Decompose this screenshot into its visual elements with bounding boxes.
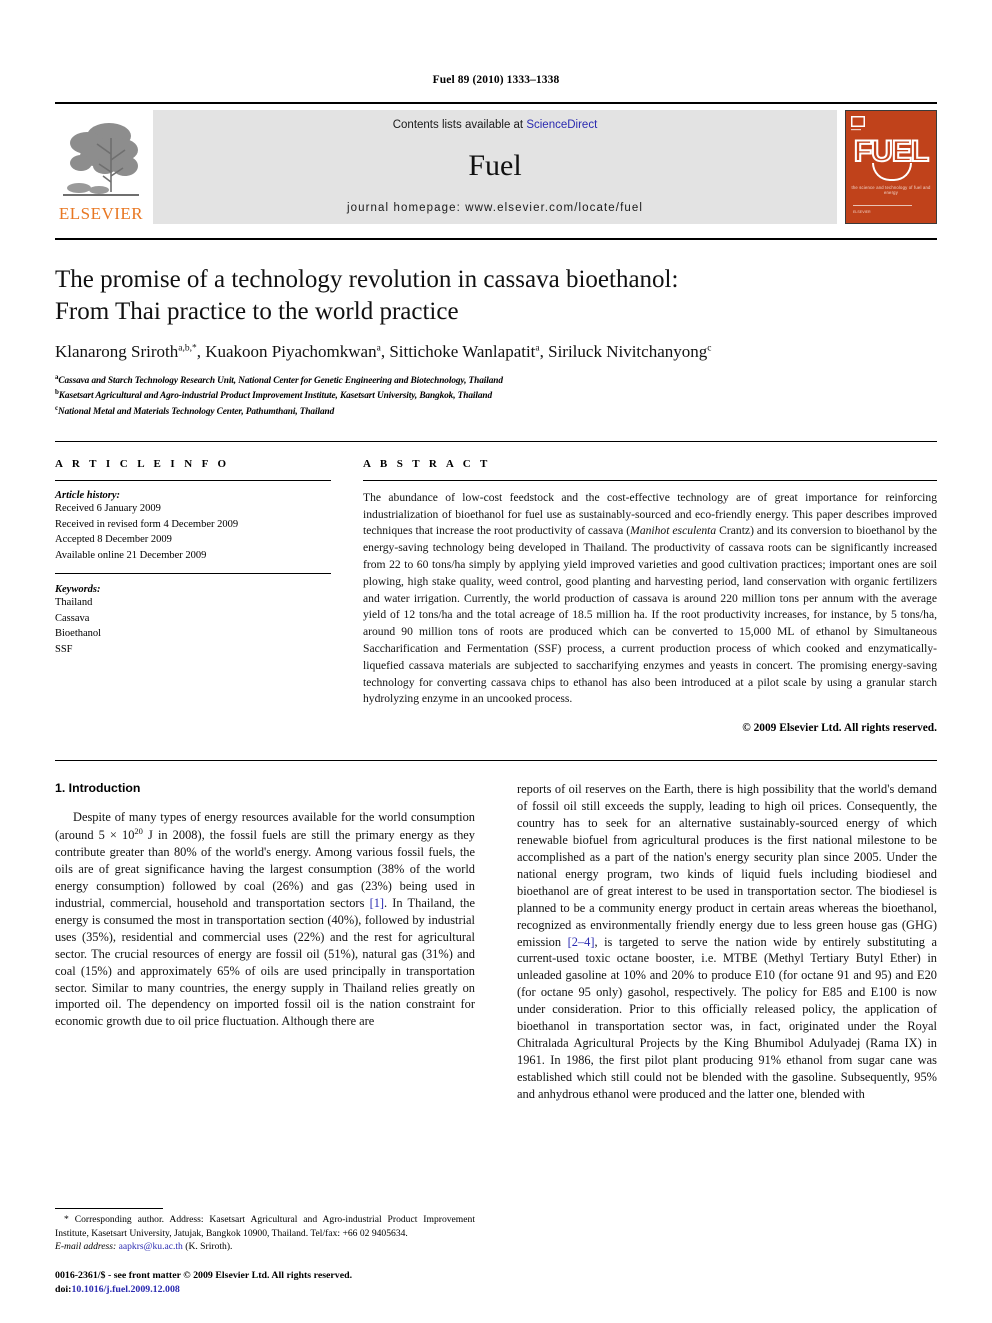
elsevier-mark-icon	[851, 116, 865, 131]
imprint-block: 0016-2361/$ - see front matter © 2009 El…	[55, 1269, 475, 1297]
doi-label: doi:	[55, 1283, 72, 1295]
intro-text-c: . In Thailand, the energy is consumed th…	[55, 895, 475, 1029]
keyword-cassava: Cassava	[55, 612, 90, 624]
abstract-part-2: Crantz) and its conversion to bioethanol…	[363, 524, 938, 706]
journal-cover-thumbnail: FUEL the science and technology of fuel …	[845, 110, 937, 224]
doi-line: doi:10.1016/j.fuel.2009.12.008	[55, 1283, 475, 1297]
elsevier-wordmark: ELSEVIER	[58, 204, 144, 223]
author-name-3[interactable]: Sittichoke Wanlapatit	[389, 342, 535, 361]
abstract-text: The abundance of low-cost feedstock and …	[363, 490, 937, 708]
masthead-bottom-rule	[55, 238, 937, 240]
journal-banner: Contents lists available at ScienceDirec…	[153, 110, 837, 224]
abstract-rule	[363, 479, 937, 481]
cover-footer-rule	[853, 204, 913, 206]
article-page: Fuel 89 (2010) 1333–1338 ELSEVIER Conten…	[0, 0, 992, 1323]
citation-1[interactable]: [1]	[370, 896, 384, 910]
info-top-rule	[55, 440, 937, 442]
contents-prefix: Contents lists available at	[392, 119, 527, 131]
author-name-4[interactable]: Siriluck Nivitchanyong	[548, 342, 707, 361]
cover-footer: ELSEVIER	[853, 204, 929, 215]
keyword-thailand: Thailand	[55, 596, 93, 608]
cover-publisher-mark: ELSEVIER	[853, 209, 871, 214]
elsevier-tree-icon	[59, 116, 143, 204]
journal-title: Fuel	[468, 148, 522, 182]
corresponding-author-text: * Corresponding author. Address: Kasetsa…	[55, 1214, 475, 1239]
article-history-label: Article history:	[55, 489, 121, 501]
affiliation-b: bKasetsart Agricultural and Agro-industr…	[55, 388, 937, 403]
section-heading-introduction: 1. Introduction	[55, 781, 141, 796]
title-line-1: The promise of a technology revolution i…	[55, 266, 679, 293]
affiliation-text-a: Cassava and Starch Technology Research U…	[58, 376, 503, 387]
article-info-heading: A R T I C L E I N F O	[55, 457, 230, 470]
doi-value[interactable]: 10.1016/j.fuel.2009.12.008	[71, 1284, 179, 1295]
cover-arc-decoration	[872, 163, 912, 181]
keyword-ssf: SSF	[55, 644, 73, 656]
email-link[interactable]: aapkrs@ku.ac.th	[119, 1241, 183, 1252]
intro-paragraph-right: reports of oil reserves on the Earth, th…	[517, 781, 937, 1103]
body-columns: 1. Introduction Despite of many types of…	[55, 781, 937, 1103]
history-accepted: Accepted 8 December 2009	[55, 534, 172, 546]
author-marks-2: a	[376, 343, 381, 354]
body-top-rule	[55, 760, 937, 762]
body-column-right: reports of oil reserves on the Earth, th…	[517, 781, 937, 1103]
running-head: Fuel 89 (2010) 1333–1338	[432, 74, 560, 86]
author-list: Klanarong Srirotha,b,*, Kuakoon Piyachom…	[55, 342, 712, 361]
history-revised: Received in revised form 4 December 2009	[55, 518, 239, 530]
email-label: E-mail address:	[55, 1241, 117, 1253]
corresponding-author-note: * Corresponding author. Address: Kasetsa…	[55, 1213, 475, 1254]
intro-right-b: , is targeted to serve the nation wide b…	[517, 934, 938, 1101]
abstract-heading: A B S T R A C T	[363, 457, 491, 470]
journal-homepage-link[interactable]: journal homepage: www.elsevier.com/locat…	[347, 202, 643, 214]
copyright-line: © 2009 Elsevier Ltd. All rights reserved…	[742, 722, 937, 735]
footnote-rule	[55, 1208, 163, 1210]
sciencedirect-link[interactable]: ScienceDirect	[526, 119, 597, 131]
keywords-label: Keywords:	[55, 583, 101, 595]
intro-paragraph-left: Despite of many types of energy resource…	[55, 809, 475, 1030]
elsevier-logo: ELSEVIER	[55, 110, 147, 224]
page-title: The promise of a technology revolution i…	[55, 264, 937, 328]
author-marks-4: c	[707, 343, 712, 354]
author-name-1[interactable]: Klanarong Sriroth	[55, 342, 178, 361]
intro-right-a: reports of oil reserves on the Earth, th…	[517, 782, 937, 949]
abstract-column: A B S T R A C T The abundance of low-cos…	[363, 458, 937, 734]
journal-masthead: ELSEVIER Contents lists available at Sci…	[55, 102, 937, 224]
keywords-rule	[55, 572, 331, 574]
email-suffix: (K. Sriroth).	[182, 1241, 233, 1253]
article-info-rule	[55, 479, 331, 481]
info-abstract-block: A R T I C L E I N F O Article history: R…	[55, 458, 937, 734]
species-name: Manihot esculenta	[630, 524, 717, 538]
exponent-20: 20	[134, 826, 143, 837]
keyword-bioethanol: Bioethanol	[55, 628, 102, 640]
affiliation-a: aCassava and Starch Technology Research …	[55, 373, 937, 388]
history-online: Available online 21 December 2009	[55, 550, 207, 562]
affiliation-text-c: National Metal and Materials Technology …	[58, 406, 335, 417]
history-received: Received 6 January 2009	[55, 502, 161, 514]
citation-2-4[interactable]: [2–4]	[568, 935, 595, 949]
contents-available-line: Contents lists available at ScienceDirec…	[393, 119, 598, 131]
affiliation-list: aCassava and Starch Technology Research …	[55, 373, 937, 419]
cover-subtitle: the science and technology of fuel and e…	[851, 185, 931, 195]
author-marks-1: a,b,*	[178, 343, 197, 354]
issn-line: 0016-2361/$ - see front matter © 2009 El…	[55, 1269, 353, 1281]
author-marks-3: a	[535, 343, 540, 354]
affiliation-text-b: Kasetsart Agricultural and Agro-industri…	[58, 391, 493, 402]
title-line-2: From Thai practice to the world practice	[55, 298, 459, 325]
affiliation-c: cNational Metal and Materials Technology…	[55, 404, 937, 419]
footnote-area: * Corresponding author. Address: Kasetsa…	[55, 1208, 475, 1297]
author-name-2[interactable]: Kuakoon Piyachomkwan	[205, 342, 376, 361]
article-info-column: A R T I C L E I N F O Article history: R…	[55, 458, 331, 734]
body-column-left: 1. Introduction Despite of many types of…	[55, 781, 475, 1103]
